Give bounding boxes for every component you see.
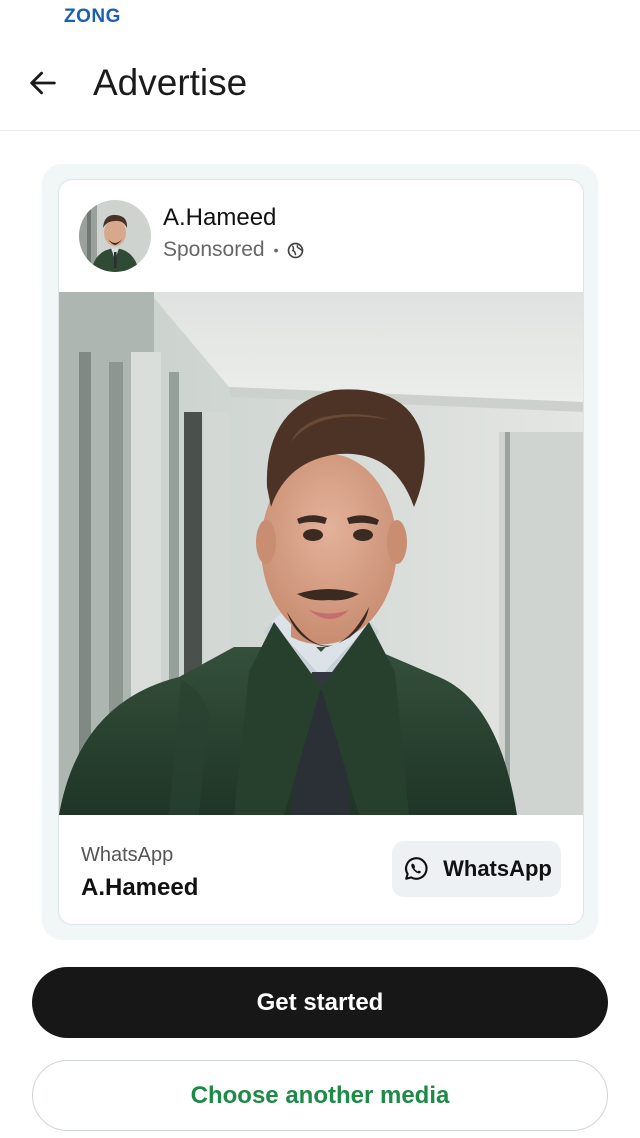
- ad-author-name: A.Hameed: [163, 204, 277, 231]
- status-bar: ZONG: [0, 0, 640, 34]
- ad-footer-name: A.Hameed: [81, 874, 199, 901]
- page-title: Advertise: [93, 62, 248, 103]
- choose-another-media-button[interactable]: Choose another media: [32, 1060, 608, 1131]
- whatsapp-cta-label: WhatsApp: [443, 856, 552, 881]
- ad-image: [59, 292, 583, 815]
- carrier-logo: ZONG: [64, 6, 121, 27]
- ad-meta: Sponsored •: [163, 238, 304, 262]
- ad-preview-card: A.Hameed Sponsored • WhatsApp A.Hameed W…: [58, 179, 584, 925]
- avatar: [79, 200, 151, 272]
- whatsapp-cta-button[interactable]: WhatsApp: [392, 841, 561, 897]
- back-button[interactable]: [18, 58, 68, 108]
- whatsapp-icon: [405, 857, 428, 880]
- ad-footer-platform: WhatsApp: [81, 844, 174, 866]
- get-started-button[interactable]: Get started: [32, 967, 608, 1038]
- meta-separator: •: [273, 242, 279, 258]
- sponsored-label: Sponsored: [163, 238, 265, 261]
- ad-preview-container: A.Hameed Sponsored • WhatsApp A.Hameed W…: [42, 164, 598, 940]
- globe-icon: [288, 242, 304, 258]
- arrow-left-icon: [30, 71, 56, 95]
- app-bar: Advertise: [0, 34, 640, 131]
